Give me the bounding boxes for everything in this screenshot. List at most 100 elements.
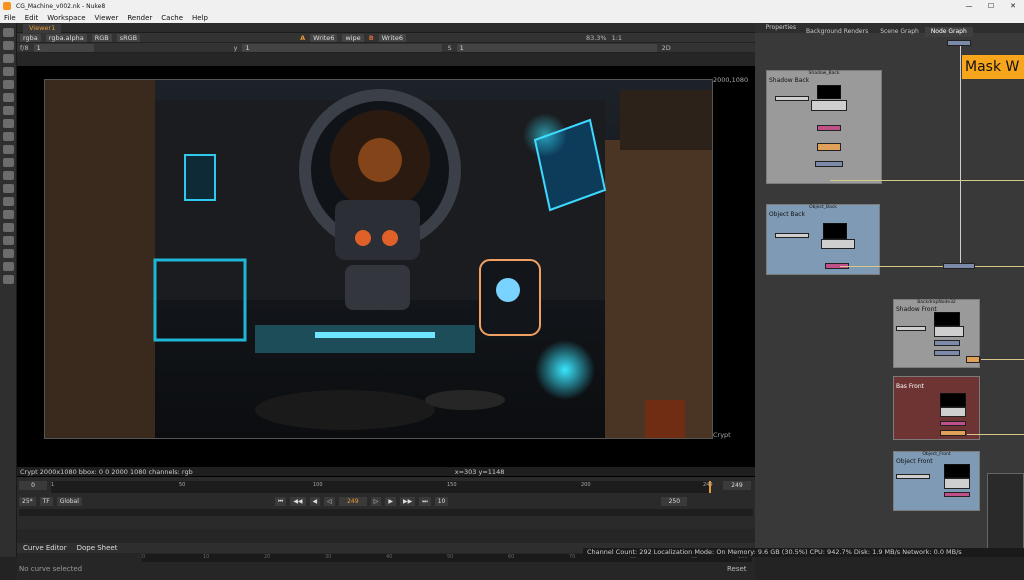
3d-tool-icon[interactable] [2, 145, 14, 154]
particles-tool-icon[interactable] [2, 197, 14, 206]
backdrop-bas-front[interactable]: Bas Front [893, 376, 980, 440]
channels-dropdown[interactable]: rgba [20, 33, 41, 42]
play-forward-icon[interactable]: ▷ [370, 496, 382, 506]
blur-node[interactable] [966, 356, 980, 363]
fps-field[interactable]: 25* [19, 496, 36, 506]
merge-tool-icon[interactable] [2, 119, 14, 128]
tab-viewer1[interactable]: Viewer1 [23, 24, 62, 33]
tab-node-graph[interactable]: Node Graph [924, 27, 973, 37]
menu-file[interactable]: File [4, 14, 16, 22]
gizmos-tool-icon[interactable] [2, 275, 14, 284]
alpha-channel-dropdown[interactable]: rgba.alpha [45, 33, 87, 42]
metadata-tool-icon[interactable] [2, 171, 14, 180]
other-tool-icon[interactable] [2, 223, 14, 232]
views-tool-icon[interactable] [2, 158, 14, 167]
play-back-icon[interactable]: ◁ [324, 496, 335, 506]
menu-workspace[interactable]: Workspace [47, 14, 85, 22]
dot-node[interactable] [896, 474, 930, 479]
timeline-frame-range-dropdown[interactable]: TF [39, 496, 53, 506]
lut-dropdown[interactable]: sRGB [116, 33, 141, 42]
timeline-ruler[interactable]: 1 50 100 150 200 249 [51, 481, 713, 493]
filter-tool-icon[interactable] [2, 93, 14, 102]
merge-node[interactable] [815, 161, 843, 167]
playhead[interactable] [709, 481, 711, 493]
shuffle-node[interactable] [940, 421, 966, 426]
read-node[interactable] [934, 326, 964, 337]
top-node[interactable] [947, 40, 971, 46]
tab-dope-sheet[interactable]: Dope Sheet [77, 544, 118, 552]
tab-curve-editor[interactable]: Curve Editor [23, 544, 67, 552]
dot-node[interactable] [775, 96, 809, 101]
input-b-dropdown[interactable]: Write6 [378, 33, 406, 42]
last-frame-icon[interactable]: ⏭ [419, 496, 431, 506]
merge-node[interactable] [934, 350, 960, 356]
draw-tool-icon[interactable] [2, 41, 14, 50]
timeline-scrollbar[interactable] [19, 509, 753, 516]
read-node[interactable] [811, 100, 847, 111]
menu-render[interactable]: Render [127, 14, 152, 22]
dot-node[interactable] [775, 233, 809, 238]
maximize-button[interactable]: ☐ [980, 0, 1002, 12]
color-tool-icon[interactable] [2, 80, 14, 89]
backdrop-shadow-back[interactable]: Shadow_Back Shadow Back [766, 70, 882, 184]
prev-keyframe-icon[interactable]: ◀◀ [290, 496, 306, 506]
image-tool-icon[interactable] [2, 28, 14, 37]
end-frame-field[interactable]: 249 [723, 481, 751, 490]
offscreen-backdrop[interactable] [987, 473, 1024, 553]
next-keyframe-icon[interactable]: ▶▶ [400, 496, 416, 506]
frame-field[interactable]: 1 [33, 43, 94, 52]
y-field[interactable]: 1 [242, 43, 443, 52]
menu-cache[interactable]: Cache [161, 14, 183, 22]
first-frame-icon[interactable]: ⏮ [274, 496, 287, 506]
node-graph-panel[interactable]: PropertiesBackground Renders Scene Graph N… [755, 23, 1024, 557]
merge-node[interactable] [943, 263, 975, 269]
grade-node[interactable] [940, 430, 966, 436]
tab-background-renders[interactable]: Background Renders [800, 27, 874, 37]
plugins-tool-icon[interactable] [2, 262, 14, 271]
viewer-canvas[interactable]: 2000,1080 Crypt [17, 66, 755, 490]
fstop-dropdown[interactable]: f/8 [20, 44, 29, 52]
close-button[interactable]: ✕ [1002, 0, 1024, 12]
backdrop-object-front[interactable]: Object_Front Object Front [893, 451, 980, 511]
keyer-tool-icon[interactable] [2, 106, 14, 115]
minimize-button[interactable]: — [958, 0, 980, 12]
menu-edit[interactable]: Edit [25, 14, 39, 22]
time-tool-icon[interactable] [2, 54, 14, 63]
merge-node[interactable] [934, 340, 960, 346]
tab-scene-graph[interactable]: Scene Graph [874, 27, 925, 37]
proxy-ratio[interactable]: 1:1 [612, 34, 622, 42]
render-image[interactable] [44, 79, 713, 439]
sticky-note[interactable]: Mask W [962, 55, 1024, 79]
shuffle-node[interactable] [817, 125, 841, 131]
colorspace-dropdown[interactable]: RGB [91, 33, 112, 42]
end-frame-input[interactable]: 250 [661, 496, 688, 506]
shuffle-node[interactable] [944, 492, 970, 497]
deep-tool-icon[interactable] [2, 184, 14, 193]
transform-tool-icon[interactable] [2, 132, 14, 141]
step-back-icon[interactable]: ◀ [309, 496, 321, 506]
step-forward-icon[interactable]: ▶ [385, 496, 397, 506]
tab-properties[interactable]: Properties [755, 23, 800, 33]
backdrop-object-back[interactable]: Object_Back Object Back [766, 204, 880, 275]
start-frame-field[interactable]: 0 [19, 481, 47, 490]
read-node[interactable] [944, 478, 970, 489]
backdrop-shadow-front[interactable]: BackdropNode32 Shadow Front [893, 299, 980, 368]
reset-button[interactable]: Reset [727, 565, 747, 573]
menu-help[interactable]: Help [192, 14, 208, 22]
grade-node[interactable] [817, 143, 841, 151]
channel-tool-icon[interactable] [2, 67, 14, 76]
current-frame-field[interactable]: 249 [338, 496, 367, 506]
read-node[interactable] [940, 407, 966, 417]
menu-viewer[interactable]: Viewer [95, 14, 119, 22]
view-mode-dropdown[interactable]: 2D [662, 44, 671, 52]
s-field[interactable]: 1 [456, 43, 657, 52]
zoom-level[interactable]: 83.3% [586, 34, 607, 42]
ocula-tool-icon[interactable] [2, 249, 14, 258]
increment-field[interactable]: 10 [434, 496, 449, 506]
input-a-dropdown[interactable]: Write6 [310, 33, 338, 42]
wipe-dropdown[interactable]: wipe [342, 33, 364, 42]
dot-node[interactable] [896, 326, 926, 331]
toolsets-icon[interactable] [2, 210, 14, 219]
furnace-tool-icon[interactable] [2, 236, 14, 245]
read-node[interactable] [821, 239, 855, 249]
